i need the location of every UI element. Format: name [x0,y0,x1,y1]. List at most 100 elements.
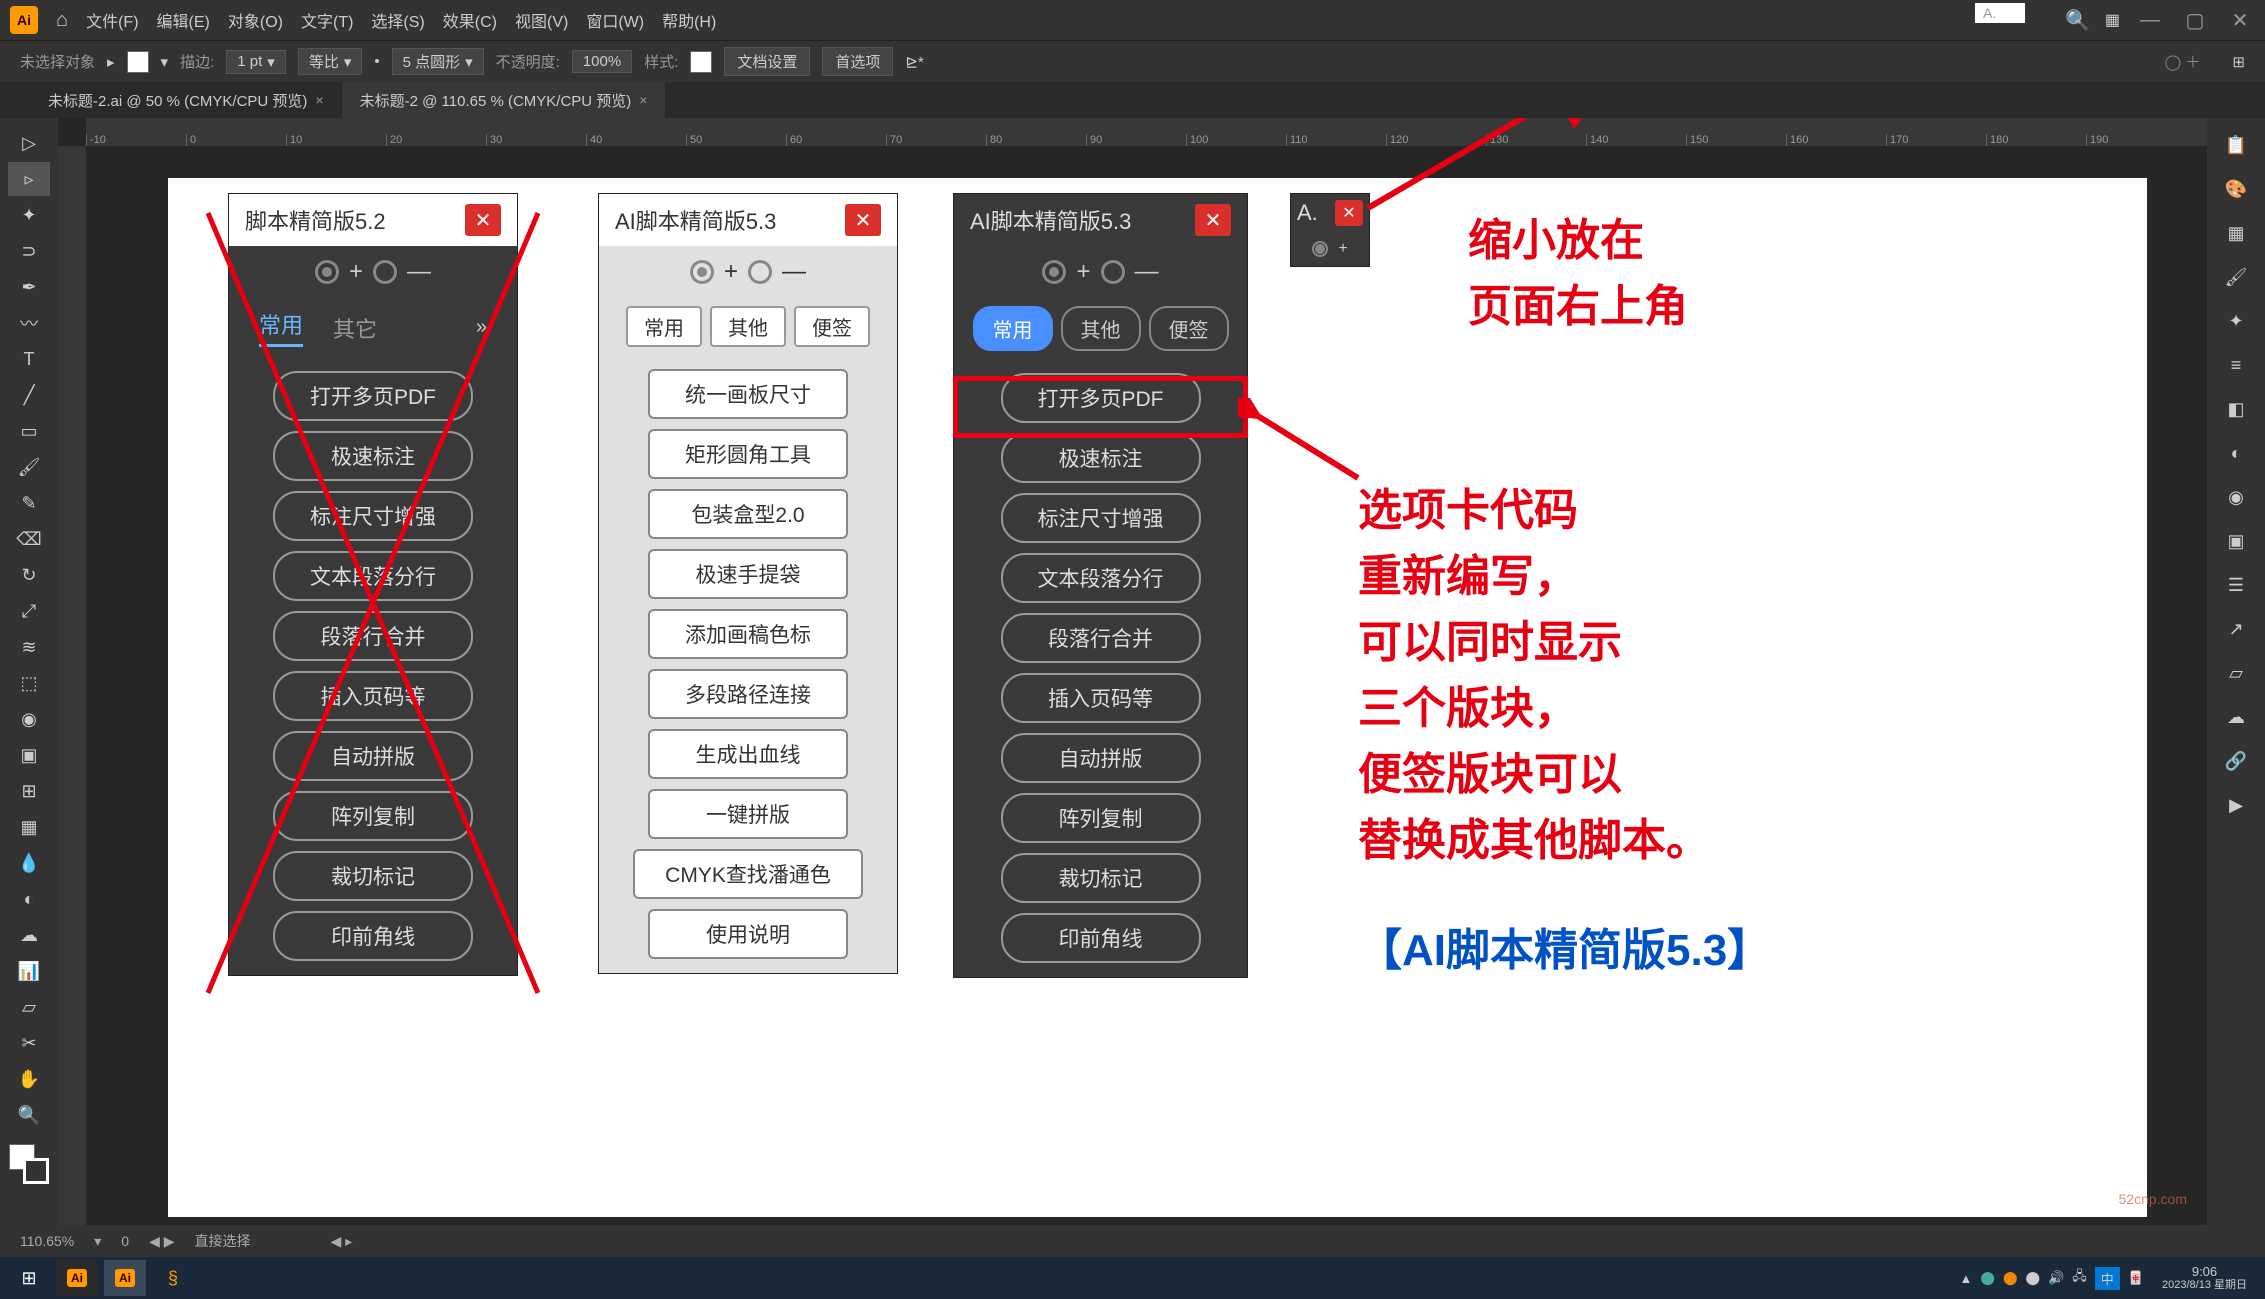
swatches-icon[interactable]: ▦ [2215,214,2257,252]
style-swatch[interactable] [690,51,712,73]
script-button[interactable]: 一键拼版 [648,789,848,839]
script-button[interactable]: 段落行合并 [1001,613,1201,663]
radio-option[interactable] [1312,241,1328,257]
tray-icon[interactable]: ⬤ [2026,1270,2041,1286]
menu-view[interactable]: 视图(V) [515,8,568,32]
chevron-right-icon[interactable]: » [476,316,487,339]
tray-icon[interactable]: ⬤ [2003,1270,2018,1286]
doc-setup-button[interactable]: 文档设置 [724,47,810,76]
radio-option[interactable] [373,260,397,284]
maximize-button[interactable]: ▢ [2180,8,2210,33]
close-icon[interactable]: × [639,92,647,108]
play-icon[interactable]: ▶ [2215,786,2257,824]
taskbar-app-ai[interactable]: Ai [56,1260,98,1296]
asset-export-icon[interactable]: ↗ [2215,610,2257,648]
menu-object[interactable]: 对象(O) [228,8,283,32]
tab-common[interactable]: 常用 [259,308,303,347]
artboard-tool[interactable]: ▱ [8,990,50,1024]
script-button[interactable]: 阵列复制 [1001,793,1201,843]
script-button[interactable]: 段落行合并 [273,611,473,661]
menu-type[interactable]: 文字(T) [301,8,353,32]
links-icon[interactable]: 🔗 [2215,742,2257,780]
volume-icon[interactable]: 🔊 [2048,1270,2064,1286]
script-button[interactable]: 包装盒型2.0 [648,489,848,539]
tab-common[interactable]: 常用 [973,306,1053,351]
width-tool[interactable]: ≋ [8,630,50,664]
pen-tool[interactable]: ✒ [8,270,50,304]
line-tool[interactable]: ╱ [8,378,50,412]
tab-other[interactable]: 其他 [710,306,786,347]
doc-tab-2[interactable]: 未标题-2 @ 110.65 % (CMYK/CPU 预览)× [342,82,666,119]
script-button[interactable]: 插入页码等 [1001,673,1201,723]
graph-tool[interactable]: 📊 [8,954,50,988]
panel-close-button[interactable]: ✕ [845,204,881,236]
script-button[interactable]: 极速手提袋 [648,549,848,599]
script-button[interactable]: CMYK查找潘通色 [633,849,863,899]
graphic-styles-icon[interactable]: ▣ [2215,522,2257,560]
script-button[interactable]: 极速标注 [1001,433,1201,483]
script-button[interactable]: 生成出血线 [648,729,848,779]
rectangle-tool[interactable]: ▭ [8,414,50,448]
perspective-tool[interactable]: ▣ [8,738,50,772]
panel-close-button[interactable]: ✕ [465,204,501,236]
script-button[interactable]: 统一画板尺寸 [648,369,848,419]
script-button[interactable]: 多段路径连接 [648,669,848,719]
brushes-icon[interactable]: 🖌 [2215,258,2257,296]
direct-selection-tool[interactable]: ▹ [8,162,50,196]
tab-notes[interactable]: 便签 [794,306,870,347]
script-button[interactable]: 标注尺寸增强 [1001,493,1201,543]
menu-select[interactable]: 选择(S) [371,8,424,32]
menu-edit[interactable]: 编辑(E) [157,8,210,32]
wand-tool[interactable]: ✦ [8,198,50,232]
script-button[interactable]: 文本段落分行 [1001,553,1201,603]
arrange-icon[interactable]: ▦ [2105,10,2120,30]
radio-option[interactable] [748,260,772,284]
panel-toggle-icon[interactable]: ⊞ [2232,53,2245,71]
close-button[interactable]: ✕ [2225,8,2255,33]
close-icon[interactable]: × [315,92,323,108]
shaper-tool[interactable]: ✎ [8,486,50,520]
lasso-tool[interactable]: ⊃ [8,234,50,268]
script-button[interactable]: 打开多页PDF [273,371,473,421]
type-tool[interactable]: T [8,342,50,376]
script-button[interactable]: 自动拼版 [273,731,473,781]
script-button[interactable]: 印前角线 [1001,913,1201,963]
slice-tool[interactable]: ✂ [8,1026,50,1060]
opacity-input[interactable]: 100% [572,50,632,73]
curvature-tool[interactable]: 〰 [8,306,50,340]
mini-script-indicator[interactable]: A. [1975,3,2025,23]
doc-tab-1[interactable]: 未标题-2.ai @ 50 % (CMYK/CPU 预览)× [30,82,342,119]
script-button[interactable]: 阵列复制 [273,791,473,841]
home-icon[interactable]: ⌂ [56,9,68,32]
script-button[interactable]: 极速标注 [273,431,473,481]
tab-common[interactable]: 常用 [626,306,702,347]
menu-window[interactable]: 窗口(W) [586,8,644,32]
network-icon[interactable]: 🖧 [2072,1267,2087,1289]
preferences-button[interactable]: 首选项 [822,47,893,76]
tab-notes[interactable]: 便签 [1149,306,1229,351]
minimize-button[interactable]: — [2135,9,2165,32]
script-button[interactable]: 使用说明 [648,909,848,959]
shape-builder-tool[interactable]: ◉ [8,702,50,736]
script-button[interactable]: 裁切标记 [273,851,473,901]
corner-dropdown[interactable]: 5 点圆形 ▾ [392,48,484,75]
radio-option[interactable] [1042,260,1066,284]
blend-tool[interactable]: ◐ [8,882,50,916]
ime-icon[interactable]: 🀄 [2128,1270,2144,1286]
gradient-icon[interactable]: ◧ [2215,390,2257,428]
selection-tool[interactable]: ▷ [8,126,50,160]
libraries-icon[interactable]: ☁ [2215,698,2257,736]
color-swatches[interactable] [9,1144,49,1184]
script-button[interactable]: 添加画稿色标 [648,609,848,659]
menu-help[interactable]: 帮助(H) [662,8,716,32]
menu-effect[interactable]: 效果(C) [443,8,497,32]
zoom-tool[interactable]: 🔍 [8,1098,50,1132]
appearance-icon[interactable]: ◉ [2215,478,2257,516]
tray-icon[interactable]: ⬤ [1980,1270,1995,1286]
tab-other[interactable]: 其他 [1061,306,1141,351]
stroke-weight[interactable]: 1 pt ▾ [226,50,286,74]
ime-indicator[interactable]: 中 [2095,1267,2120,1290]
symbol-tool[interactable]: ☁ [8,918,50,952]
radio-option[interactable] [315,260,339,284]
script-button[interactable]: 插入页码等 [273,671,473,721]
